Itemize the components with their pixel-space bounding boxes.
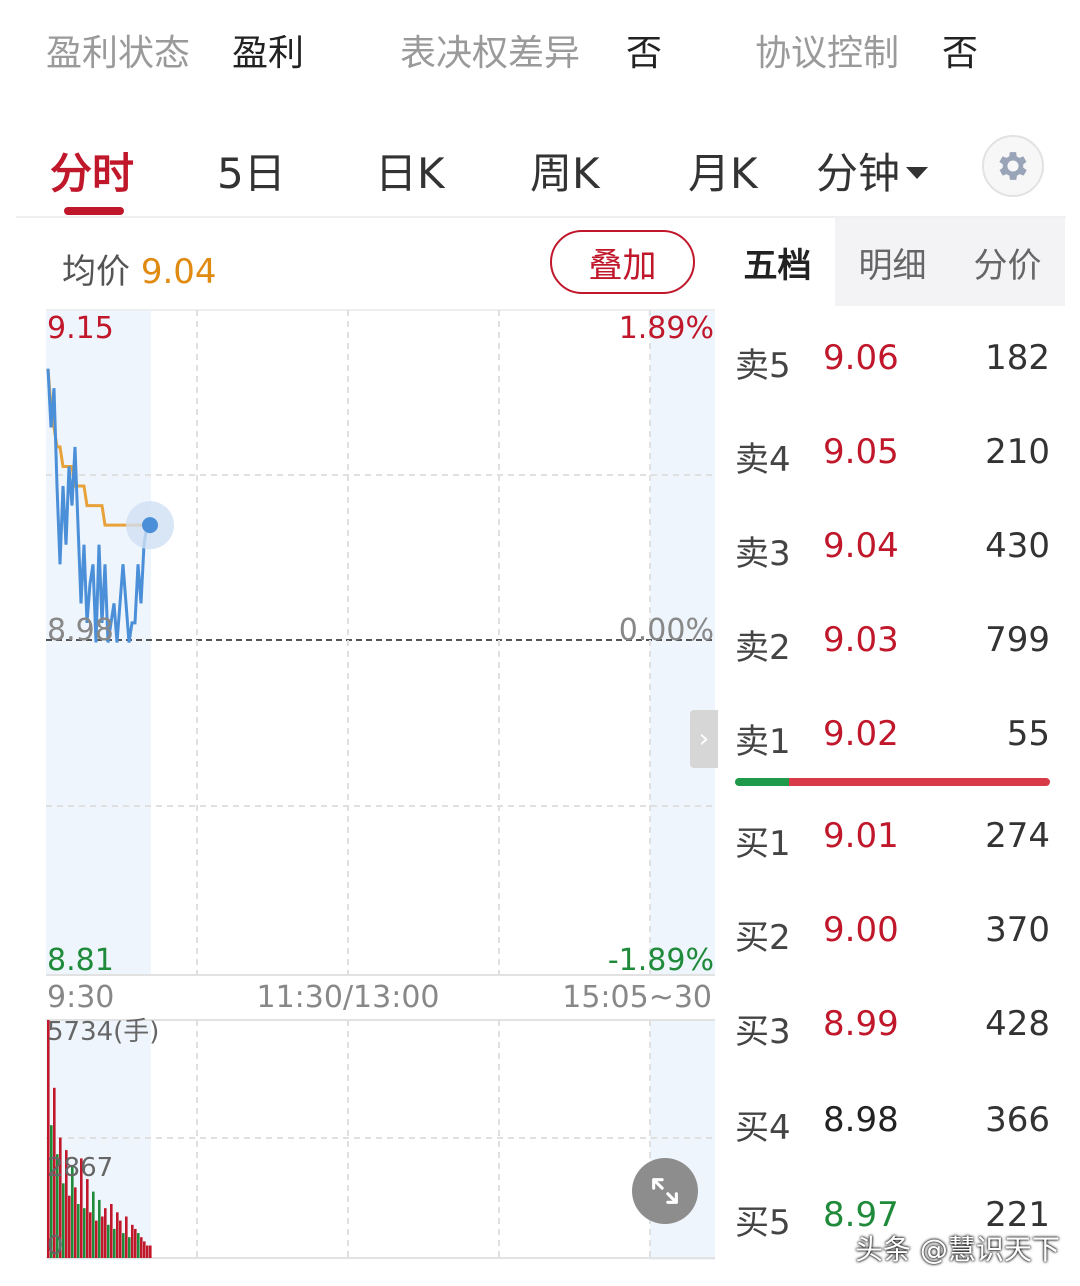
bid-price: 8.98: [823, 1100, 899, 1140]
intraday-chart[interactable]: 9.15 1.89% 8.98 0.00% 8.81 -1.89% 9:30 1…: [0, 0, 720, 1286]
ask-row-4: 卖4 9.05 210: [735, 432, 1050, 492]
volume-bar: [110, 1204, 113, 1258]
pct-high-label: 1.89%: [619, 311, 714, 346]
pct-low-label: -1.89%: [608, 943, 714, 978]
ask-volume: 182: [985, 338, 1050, 378]
bid-volume: 366: [985, 1100, 1050, 1140]
ask-row-2: 卖2 9.03 799: [735, 620, 1050, 680]
tab-minute-label: 分钟: [816, 149, 901, 198]
ask-row-1: 卖1 9.02 55: [735, 714, 1050, 774]
ask-label: 卖4: [735, 440, 791, 480]
volume-bar: [68, 1195, 71, 1258]
ask-volume: 210: [985, 432, 1050, 472]
bid-volume: 428: [985, 1004, 1050, 1044]
volume-bar: [47, 1020, 50, 1258]
ask-volume: 55: [1006, 714, 1050, 754]
volume-bar: [125, 1216, 128, 1258]
ask-volume: 430: [985, 526, 1050, 566]
agreement-control-value: 否: [942, 33, 979, 74]
watermark: 头条 @慧识天下: [855, 1233, 1060, 1266]
volume-bar: [134, 1228, 137, 1258]
volume-bar: [149, 1245, 152, 1258]
ask-row-5: 卖5 9.06 182: [735, 338, 1050, 398]
bid-price: 8.99: [823, 1004, 899, 1044]
fullscreen-button[interactable]: [632, 1158, 698, 1224]
volume-bar: [116, 1212, 119, 1258]
bid-label: 买5: [735, 1203, 791, 1243]
price-mid-label: 8.98: [47, 613, 114, 648]
tab-details[interactable]: 明细: [835, 218, 950, 306]
tab-five-levels[interactable]: 五档: [720, 218, 835, 306]
chevron-down-icon: [906, 166, 929, 179]
ask-price: 9.06: [823, 338, 899, 378]
agreement-control-label: 协议控制: [755, 33, 900, 74]
chevron-right-icon: ›: [698, 724, 710, 754]
sell-ratio-fill: [788, 778, 1050, 786]
volume-bar: [107, 1224, 110, 1258]
ask-row-3: 卖3 9.04 430: [735, 526, 1050, 586]
volume-mid-label: 2867: [47, 1153, 113, 1183]
ask-label: 卖2: [735, 628, 791, 668]
expand-icon: [652, 1178, 678, 1204]
expand-panel-button[interactable]: ›: [690, 710, 718, 768]
ask-price: 9.02: [823, 714, 899, 754]
bid-label: 买3: [735, 1012, 791, 1052]
ask-volume: 799: [985, 620, 1050, 660]
ask-price: 9.05: [823, 432, 899, 472]
volume-bar: [74, 1187, 77, 1258]
volume-bar: [86, 1179, 89, 1258]
settings-button[interactable]: [982, 135, 1044, 197]
volume-bar: [146, 1245, 149, 1258]
volume-bar: [131, 1224, 134, 1258]
volume-bar: [119, 1220, 122, 1258]
volume-bar: [77, 1204, 80, 1258]
ask-label: 卖1: [735, 722, 791, 762]
ask-label: 卖3: [735, 534, 791, 574]
bid-row-3: 买3 8.99 428: [735, 1004, 1050, 1064]
ask-price: 9.04: [823, 526, 899, 566]
volume-zero-label: 0: [47, 1231, 64, 1261]
gear-icon: [999, 152, 1027, 180]
volume-bar: [104, 1208, 107, 1258]
volume-bar: [113, 1228, 116, 1258]
time-mid-label: 11:30/13:00: [256, 980, 439, 1015]
volume-bar: [89, 1212, 92, 1258]
order-book-tabs: 五档 明细 分价: [720, 218, 1065, 306]
time-start-label: 9:30: [47, 980, 114, 1015]
bid-volume: 370: [985, 910, 1050, 950]
volume-bar: [122, 1233, 125, 1258]
buy-sell-ratio-bar: [735, 778, 1050, 786]
bid-row-1: 买1 9.01 274: [735, 816, 1050, 876]
price-high-label: 9.15: [47, 311, 114, 346]
bid-label: 买2: [735, 918, 791, 958]
current-price-marker: [142, 517, 158, 534]
ask-label: 卖5: [735, 346, 791, 386]
volume-bar: [83, 1208, 86, 1258]
price-low-label: 8.81: [47, 943, 114, 978]
volume-bar: [128, 1237, 131, 1258]
bid-label: 买1: [735, 824, 791, 864]
volume-max-label: 5734(手): [47, 1017, 159, 1047]
volume-bar: [92, 1191, 95, 1258]
volume-bar: [95, 1220, 98, 1258]
volume-after-hours-shade: [650, 1020, 715, 1260]
buy-ratio-fill: [735, 778, 789, 786]
bid-volume: 274: [985, 816, 1050, 856]
volume-bar: [101, 1216, 104, 1258]
bid-row-4: 买4 8.98 366: [735, 1100, 1050, 1160]
tab-minute[interactable]: 分钟: [816, 140, 929, 201]
time-end-label: 15:05~30: [562, 980, 712, 1015]
volume-bar: [140, 1237, 143, 1258]
bid-price: 9.00: [823, 910, 899, 950]
pct-mid-label: 0.00%: [619, 613, 714, 648]
volume-bar: [143, 1241, 146, 1258]
bid-price: 9.01: [823, 816, 899, 856]
ask-price: 9.03: [823, 620, 899, 660]
tab-price-breakdown[interactable]: 分价: [950, 218, 1065, 306]
volume-bar: [137, 1233, 140, 1258]
volume-bar: [98, 1199, 101, 1258]
bid-row-2: 买2 9.00 370: [735, 910, 1050, 970]
bid-label: 买4: [735, 1108, 791, 1148]
